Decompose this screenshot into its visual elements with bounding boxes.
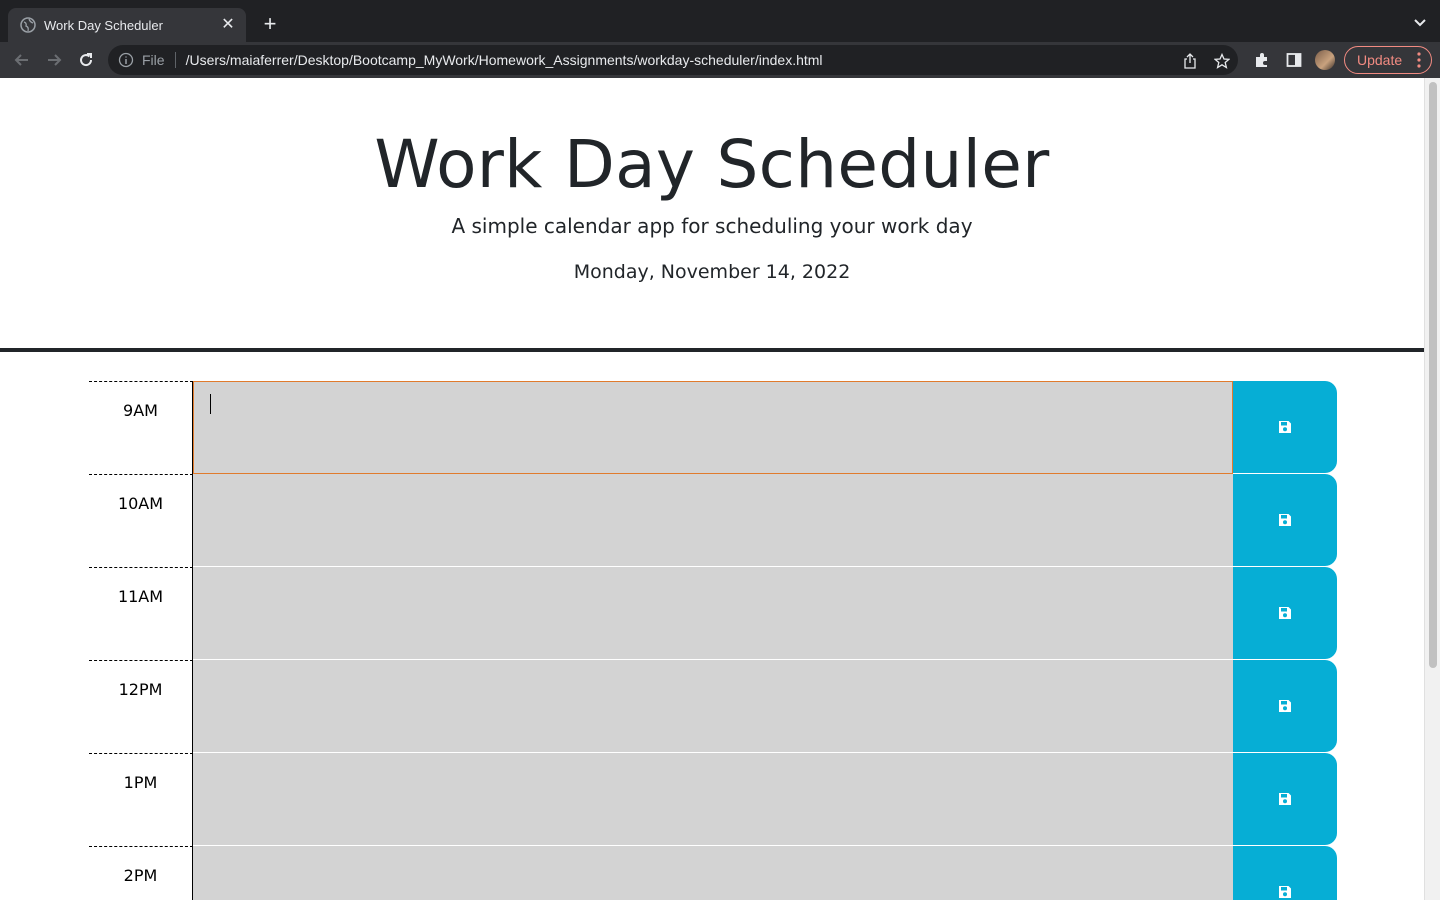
hour-label: 10AM bbox=[89, 474, 193, 567]
event-description-input[interactable] bbox=[193, 381, 1233, 474]
tab-title: Work Day Scheduler bbox=[44, 17, 163, 33]
more-vertical-icon[interactable] bbox=[1417, 52, 1421, 68]
extensions-puzzle-icon[interactable] bbox=[1254, 52, 1270, 68]
time-block-row: 2PM bbox=[89, 846, 1337, 900]
browser-tab[interactable]: Work Day Scheduler ✕ bbox=[8, 8, 246, 42]
new-tab-icon[interactable]: + bbox=[258, 13, 282, 37]
hour-label: 12PM bbox=[89, 660, 193, 753]
save-button[interactable] bbox=[1233, 381, 1337, 473]
floppy-disk-icon bbox=[1279, 700, 1291, 712]
event-description-input[interactable] bbox=[193, 474, 1233, 567]
save-button[interactable] bbox=[1233, 474, 1337, 566]
side-panel-icon[interactable] bbox=[1286, 52, 1302, 68]
floppy-disk-icon bbox=[1279, 793, 1291, 805]
page-subtitle: A simple calendar app for scheduling you… bbox=[451, 214, 973, 238]
share-icon[interactable] bbox=[1182, 53, 1198, 69]
reload-icon[interactable] bbox=[76, 50, 96, 70]
save-button[interactable] bbox=[1233, 846, 1337, 900]
current-day: Monday, November 14, 2022 bbox=[573, 261, 851, 283]
floppy-disk-icon bbox=[1279, 514, 1291, 526]
back-arrow-icon[interactable] bbox=[12, 50, 32, 70]
url-text[interactable]: /Users/maiaferrer/Desktop/Bootcamp_MyWor… bbox=[186, 52, 823, 68]
browser-tab-strip: Work Day Scheduler ✕ + bbox=[0, 0, 1440, 42]
info-icon[interactable] bbox=[118, 52, 134, 68]
event-description-input[interactable] bbox=[193, 660, 1233, 753]
address-bar[interactable]: File /Users/maiaferrer/Desktop/Bootcamp_… bbox=[108, 45, 1238, 75]
hour-label: 11AM bbox=[89, 567, 193, 660]
time-block-row: 12PM bbox=[89, 660, 1337, 753]
hour-label: 9AM bbox=[89, 381, 193, 474]
time-block-row: 10AM bbox=[89, 474, 1337, 567]
profile-avatar[interactable] bbox=[1315, 50, 1335, 70]
event-description-input[interactable] bbox=[193, 753, 1233, 846]
browser-toolbar: File /Users/maiaferrer/Desktop/Bootcamp_… bbox=[0, 42, 1440, 78]
time-block-row: 9AM bbox=[89, 381, 1337, 474]
bookmark-star-icon[interactable] bbox=[1214, 53, 1230, 69]
page-title: Work Day Scheduler bbox=[374, 126, 1050, 203]
event-description-input[interactable] bbox=[193, 567, 1233, 660]
update-label: Update bbox=[1357, 52, 1403, 68]
save-button[interactable] bbox=[1233, 753, 1337, 845]
text-caret bbox=[210, 394, 211, 414]
event-description-input[interactable] bbox=[193, 846, 1233, 900]
close-tab-icon[interactable]: ✕ bbox=[220, 17, 236, 33]
forward-arrow-icon[interactable] bbox=[44, 50, 64, 70]
update-button[interactable]: Update bbox=[1344, 46, 1432, 74]
scheme-label: File bbox=[142, 52, 165, 68]
scrollbar-thumb[interactable] bbox=[1429, 82, 1437, 668]
page-viewport: Work Day Scheduler A simple calendar app… bbox=[0, 78, 1424, 900]
chevron-down-icon[interactable] bbox=[1412, 14, 1428, 30]
floppy-disk-icon bbox=[1279, 607, 1291, 619]
page-scrollbar[interactable] bbox=[1424, 78, 1440, 900]
hour-label: 2PM bbox=[89, 846, 193, 900]
globe-icon bbox=[20, 17, 36, 33]
header-jumbotron: Work Day Scheduler A simple calendar app… bbox=[0, 78, 1424, 352]
hour-label: 1PM bbox=[89, 753, 193, 846]
save-button[interactable] bbox=[1233, 660, 1337, 752]
floppy-disk-icon bbox=[1279, 886, 1291, 898]
save-button[interactable] bbox=[1233, 567, 1337, 659]
address-divider bbox=[174, 52, 176, 68]
time-block-row: 11AM bbox=[89, 567, 1337, 660]
floppy-disk-icon bbox=[1279, 421, 1291, 433]
time-block-row: 1PM bbox=[89, 753, 1337, 846]
